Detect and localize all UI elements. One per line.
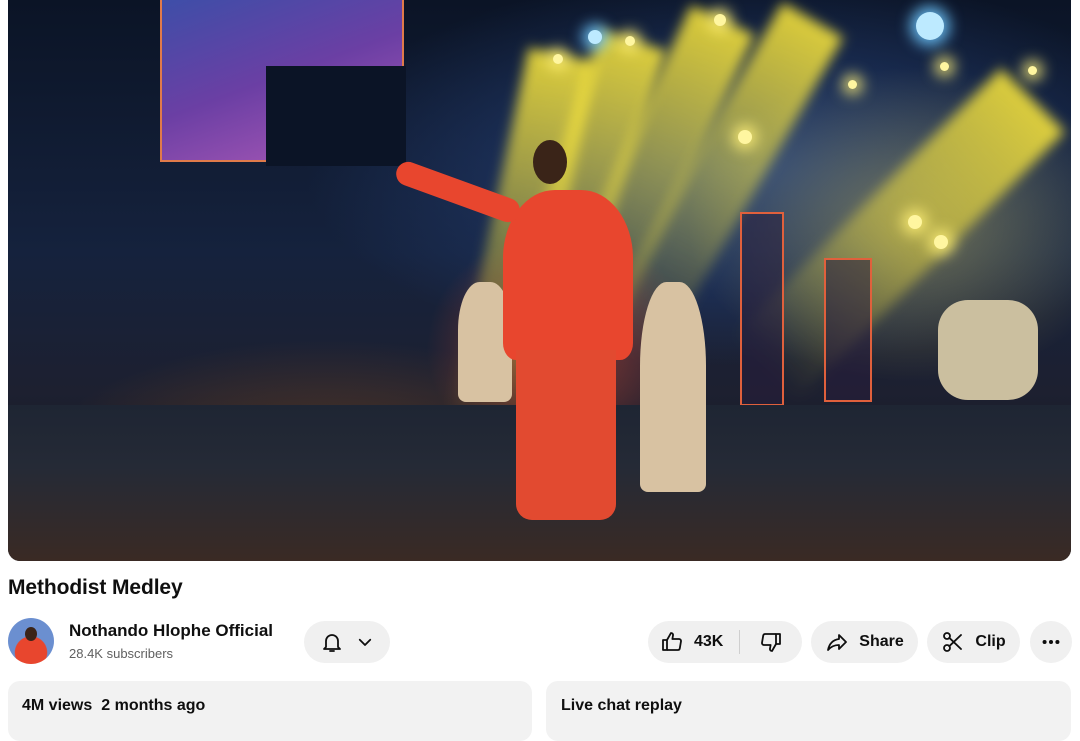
video-player[interactable] bbox=[8, 0, 1071, 561]
stage-spotlight bbox=[908, 215, 922, 229]
share-label: Share bbox=[859, 633, 904, 650]
video-stats: 4M views 2 months ago bbox=[22, 697, 205, 715]
like-count: 43K bbox=[694, 633, 724, 650]
singer-skirt bbox=[516, 350, 616, 520]
avatar-figure bbox=[25, 627, 37, 641]
stage-spotlight bbox=[714, 14, 726, 26]
stage-spotlight bbox=[940, 62, 949, 71]
stage-spotlight bbox=[553, 54, 563, 64]
stage-spotlight bbox=[625, 36, 635, 46]
stage-spotlight bbox=[916, 12, 944, 40]
chevron-down-icon bbox=[356, 633, 374, 651]
singer-top bbox=[503, 190, 633, 360]
bell-icon bbox=[320, 630, 344, 654]
clip-label: Clip bbox=[975, 633, 1006, 650]
stage-pillar bbox=[824, 258, 872, 402]
more-horizontal-icon bbox=[1040, 631, 1062, 653]
like-button[interactable]: 43K bbox=[648, 621, 739, 663]
subscriber-count: 28.4K subscribers bbox=[69, 646, 174, 661]
upload-age: 2 months ago bbox=[101, 697, 206, 714]
video-title: Methodist Medley bbox=[8, 576, 183, 599]
dislike-button[interactable] bbox=[740, 621, 802, 663]
like-dislike-group: 43K bbox=[648, 621, 802, 663]
stage-spotlight bbox=[848, 80, 857, 89]
backup-singer bbox=[640, 282, 706, 492]
channel-name[interactable]: Nothando Hlophe Official bbox=[69, 621, 273, 641]
stage-pillar bbox=[740, 212, 784, 406]
stage-spotlight bbox=[1028, 66, 1037, 75]
scissors-icon bbox=[941, 630, 965, 654]
share-button[interactable]: Share bbox=[811, 621, 918, 663]
share-arrow-icon bbox=[825, 630, 849, 654]
stage-backdrop bbox=[266, 66, 406, 166]
singer-head bbox=[533, 140, 567, 184]
clip-button[interactable]: Clip bbox=[927, 621, 1020, 663]
more-actions-button[interactable] bbox=[1030, 621, 1072, 663]
channel-avatar[interactable] bbox=[8, 618, 54, 664]
stage-spotlight bbox=[934, 235, 948, 249]
guitarist bbox=[938, 300, 1038, 400]
thumbs-up-icon bbox=[660, 630, 684, 654]
stage-spotlight bbox=[588, 30, 602, 44]
notification-button[interactable] bbox=[304, 621, 390, 663]
stage-spotlight bbox=[738, 130, 752, 144]
view-count: 4M views bbox=[22, 697, 93, 714]
live-chat-label: Live chat replay bbox=[561, 697, 682, 714]
thumbs-down-icon bbox=[759, 630, 783, 654]
